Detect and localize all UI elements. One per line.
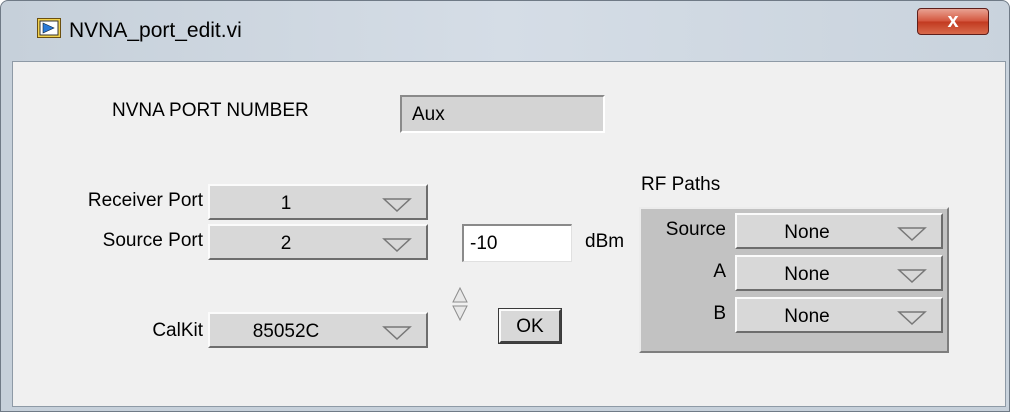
window-bottom-border: [1, 407, 1009, 411]
dropdown-arrow-icon: [382, 238, 412, 253]
dropdown-arrow-icon: [382, 326, 412, 341]
calkit-value: 85052C: [252, 321, 320, 342]
title-bar[interactable]: NVNA_port_edit.vi x: [1, 1, 1009, 45]
dropdown-arrow-icon: [897, 227, 927, 242]
port-number-value: Aux: [412, 104, 445, 125]
front-panel: NVNA PORT NUMBER Aux Receiver Port 1 Sou…: [12, 61, 1006, 407]
rf-paths-cluster: Source None A None B None: [639, 207, 949, 353]
power-level-value: -10: [470, 233, 498, 254]
dropdown-arrow-icon: [897, 269, 927, 284]
labview-vi-icon: [37, 18, 61, 38]
source-port-label: Source Port: [102, 230, 203, 251]
receiver-port-dropdown[interactable]: 1: [208, 184, 428, 220]
rf-path-b-value: None: [784, 306, 830, 327]
calkit-label: CalKit: [152, 320, 203, 341]
receiver-port-label: Receiver Port: [87, 190, 203, 211]
source-port-dropdown[interactable]: 2: [208, 224, 428, 260]
dropdown-arrow-icon: [382, 198, 412, 213]
rf-path-a-label: A: [713, 261, 726, 282]
dialog-window: NVNA_port_edit.vi x NVNA PORT NUMBER Aux…: [0, 0, 1010, 412]
rf-path-a-dropdown[interactable]: None: [735, 255, 943, 291]
power-level-input[interactable]: -10: [462, 224, 572, 262]
rf-path-source-value: None: [784, 222, 830, 243]
rf-path-a-value: None: [784, 264, 830, 285]
window-title: NVNA_port_edit.vi: [69, 19, 242, 42]
dropdown-arrow-icon: [897, 311, 927, 326]
rf-path-b-dropdown[interactable]: None: [735, 297, 943, 333]
rf-path-b-label: B: [713, 303, 726, 324]
close-button[interactable]: x: [917, 8, 989, 35]
rf-path-source-dropdown[interactable]: None: [735, 213, 943, 249]
rf-paths-title: RF Paths: [641, 174, 721, 195]
receiver-port-value: 1: [280, 193, 292, 214]
rf-path-source-label: Source: [665, 219, 726, 240]
close-icon: x: [947, 10, 959, 32]
increment-decrement-icon[interactable]: [450, 285, 470, 323]
port-number-indicator: Aux: [400, 95, 605, 133]
ok-button[interactable]: OK: [498, 308, 562, 344]
source-port-value: 2: [280, 233, 292, 254]
ok-button-label: OK: [516, 316, 544, 337]
port-number-label: NVNA PORT NUMBER: [112, 100, 309, 121]
calkit-dropdown[interactable]: 85052C: [208, 312, 428, 348]
power-unit-label: dBm: [585, 231, 625, 252]
